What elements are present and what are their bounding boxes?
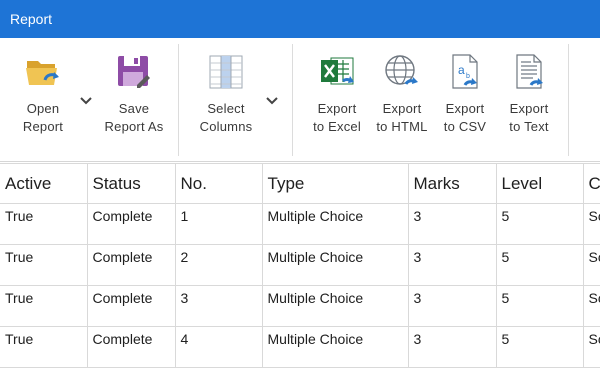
report-grid: Active Status No. Type Marks Level C Tru… [0,163,600,369]
open-report-button[interactable]: Open Report [18,50,68,150]
export-html-button[interactable]: Export to HTML [372,50,432,150]
cell-active[interactable]: True [0,203,88,245]
select-columns-dropdown-button[interactable] [264,94,280,108]
columns-icon [206,50,246,94]
cell-marks[interactable]: 3 [408,326,497,368]
floppy-disk-icon [114,50,154,94]
toolbar-separator [292,44,293,156]
table-row[interactable]: True Complete 1 Multiple Choice 3 5 Sc [0,203,600,245]
cell-marks[interactable]: 3 [408,285,497,327]
table-row[interactable]: True Complete 3 Multiple Choice 3 5 Sc [0,285,600,327]
chevron-down-icon [80,97,92,105]
cell-type[interactable]: Multiple Choice [262,326,409,368]
cell-status[interactable]: Complete [87,285,176,327]
cell-active[interactable]: True [0,244,88,286]
cell-no[interactable]: 4 [175,326,263,368]
cell-type[interactable]: Multiple Choice [262,244,409,286]
column-header-active[interactable]: Active [0,163,88,204]
column-header-no[interactable]: No. [175,163,263,204]
export-excel-label: Export to Excel [313,101,361,134]
cell-type[interactable]: Multiple Choice [262,285,409,327]
cell-marks[interactable]: 3 [408,244,497,286]
save-report-as-label: Save Report As [104,101,164,134]
toolbar-separator [178,44,179,156]
table-row[interactable]: True Complete 4 Multiple Choice 3 5 Sc [0,326,600,368]
open-report-dropdown-button[interactable] [78,94,94,108]
cell-level[interactable]: 5 [496,203,584,245]
select-columns-label: Select Columns [199,101,253,134]
csv-file-icon: a b [445,50,485,94]
cell-status[interactable]: Complete [87,244,176,286]
folder-open-icon [23,50,63,94]
toolbar-separator [568,44,569,156]
column-header-truncated[interactable]: C [583,163,600,204]
window-title: Report [10,11,53,27]
export-csv-label: Export to CSV [443,101,487,134]
cell-type[interactable]: Multiple Choice [262,203,409,245]
export-html-label: Export to HTML [376,101,428,134]
svg-text:a: a [458,63,465,77]
column-header-status[interactable]: Status [87,163,176,204]
report-table: Active Status No. Type Marks Level C Tru… [0,163,600,368]
svg-text:b: b [466,73,470,80]
select-columns-button[interactable]: Select Columns [195,50,257,150]
cell-no[interactable]: 1 [175,203,263,245]
export-csv-button[interactable]: a b Export to CSV [437,50,493,150]
export-text-button[interactable]: Export to Text [501,50,557,150]
chevron-down-icon [266,97,278,105]
cell-status[interactable]: Complete [87,326,176,368]
cell-no[interactable]: 3 [175,285,263,327]
text-file-icon [509,50,549,94]
cell-truncated[interactable]: Sc [583,285,600,327]
cell-level[interactable]: 5 [496,326,584,368]
export-excel-button[interactable]: Export to Excel [307,50,367,150]
excel-icon [317,50,357,94]
title-bar: Report [0,0,600,38]
cell-level[interactable]: 5 [496,244,584,286]
column-header-type[interactable]: Type [262,163,409,204]
cell-status[interactable]: Complete [87,203,176,245]
cell-truncated[interactable]: Sc [583,244,600,286]
cell-level[interactable]: 5 [496,285,584,327]
cell-active[interactable]: True [0,326,88,368]
toolbar: Open Report Save Report As Select Column… [0,38,600,162]
cell-truncated[interactable]: Sc [583,326,600,368]
export-text-label: Export to Text [509,101,549,134]
cell-truncated[interactable]: Sc [583,203,600,245]
table-header-row: Active Status No. Type Marks Level C [0,163,600,204]
cell-marks[interactable]: 3 [408,203,497,245]
cell-active[interactable]: True [0,285,88,327]
open-report-label: Open Report [22,101,64,134]
column-header-marks[interactable]: Marks [408,163,497,204]
save-report-as-button[interactable]: Save Report As [100,50,168,150]
table-row[interactable]: True Complete 2 Multiple Choice 3 5 Sc [0,244,600,286]
cell-no[interactable]: 2 [175,244,263,286]
column-header-level[interactable]: Level [496,163,584,204]
globe-icon [382,50,422,94]
